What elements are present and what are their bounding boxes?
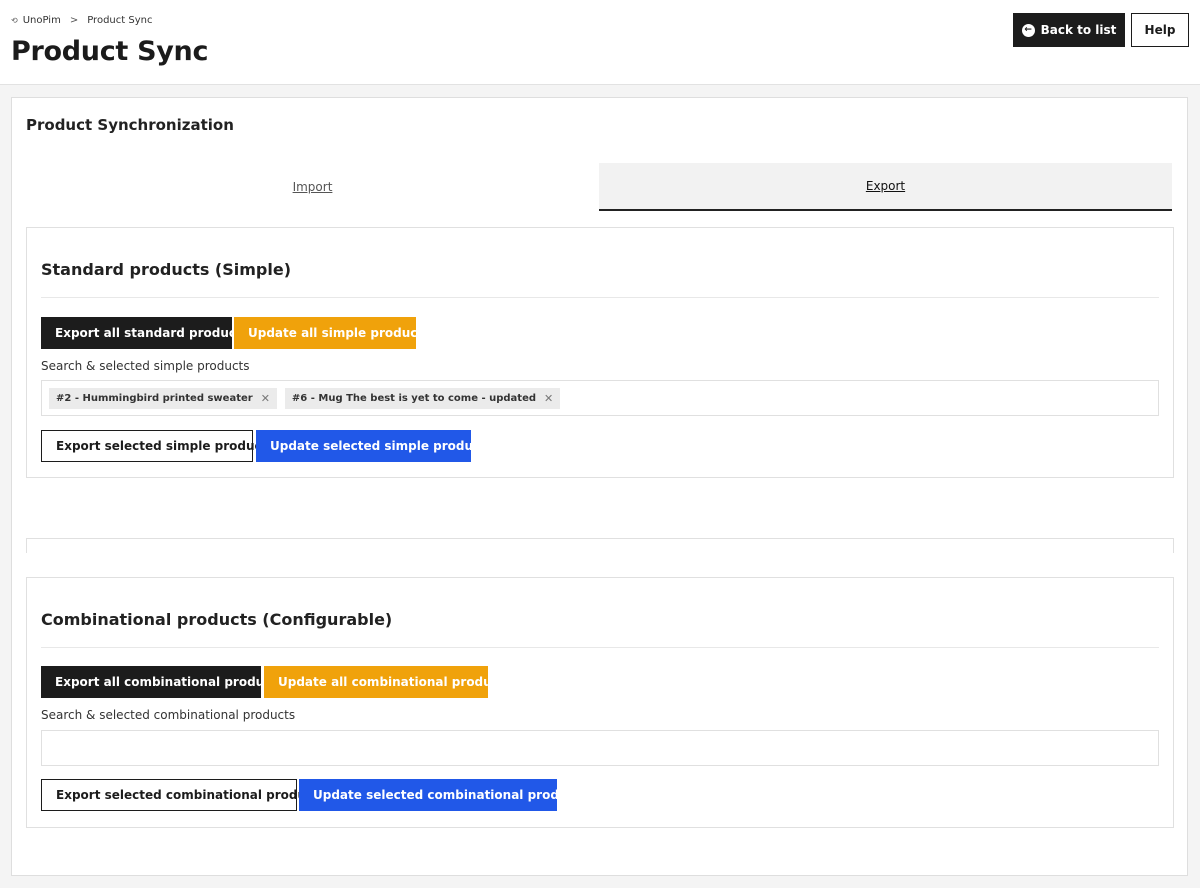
export-selected-simple-button[interactable]: Export selected simple products bbox=[41, 430, 275, 462]
simple-products-section: Standard products (Simple) Export all st… bbox=[26, 227, 1174, 478]
unopim-logo-icon: ⟲ bbox=[11, 16, 18, 25]
sync-tabs: Import Export bbox=[26, 163, 1172, 211]
breadcrumb-home-link[interactable]: UnoPim bbox=[23, 15, 61, 26]
configurable-products-section: Combinational products (Configurable) Ex… bbox=[26, 577, 1174, 828]
selected-product-chip: #2 - Hummingbird printed sweater ✕ bbox=[49, 387, 277, 409]
update-all-combinational-button[interactable]: Update all combinational products bbox=[264, 666, 512, 698]
page-header: ⟲ UnoPim > Product Sync Product Sync ← B… bbox=[0, 0, 1200, 85]
combinational-products-multiselect[interactable] bbox=[41, 730, 1159, 766]
breadcrumb: ⟲ UnoPim > Product Sync bbox=[11, 15, 152, 26]
close-icon[interactable]: ✕ bbox=[261, 392, 270, 405]
breadcrumb-separator: > bbox=[69, 15, 79, 26]
config-search-label: Search & selected combinational products bbox=[41, 708, 296, 722]
simple-search-label: Search & selected simple products bbox=[41, 359, 250, 373]
update-selected-simple-button[interactable]: Update selected simple products bbox=[256, 430, 493, 462]
simple-products-multiselect[interactable]: #2 - Hummingbird printed sweater ✕ #6 - … bbox=[41, 380, 1159, 416]
tab-export[interactable]: Export bbox=[599, 163, 1172, 211]
breadcrumb-current: Product Sync bbox=[87, 15, 153, 26]
arrow-left-circle-icon: ← bbox=[1021, 23, 1035, 37]
export-all-combinational-button[interactable]: Export all combinational products bbox=[41, 666, 284, 698]
close-icon[interactable]: ✕ bbox=[544, 392, 553, 405]
card-title: Product Synchronization bbox=[26, 116, 234, 134]
selected-product-chip: #6 - Mug The best is yet to come - updat… bbox=[284, 387, 561, 409]
export-all-standard-button[interactable]: Export all standard products bbox=[41, 317, 249, 349]
chip-label: #6 - Mug The best is yet to come - updat… bbox=[291, 392, 537, 404]
product-sync-card: Product Synchronization Import Export St… bbox=[11, 97, 1188, 876]
export-selected-combinational-button[interactable]: Export selected combinational products bbox=[41, 779, 326, 811]
tab-import[interactable]: Import bbox=[26, 163, 599, 211]
section-divider bbox=[41, 647, 1159, 648]
section-spacer bbox=[26, 538, 1174, 553]
update-all-simple-button[interactable]: Update all simple products bbox=[234, 317, 430, 349]
help-button[interactable]: Help bbox=[1131, 13, 1189, 47]
section-divider bbox=[41, 297, 1159, 298]
chip-label: #2 - Hummingbird printed sweater bbox=[56, 392, 253, 404]
page-title: Product Sync bbox=[11, 36, 209, 67]
simple-section-title: Standard products (Simple) bbox=[41, 260, 292, 279]
back-to-list-button[interactable]: ← Back to list bbox=[1013, 13, 1125, 47]
update-selected-combinational-button[interactable]: Update selected combinational products bbox=[299, 779, 587, 811]
back-to-list-label: Back to list bbox=[1040, 23, 1117, 37]
config-section-title: Combinational products (Configurable) bbox=[41, 610, 393, 629]
